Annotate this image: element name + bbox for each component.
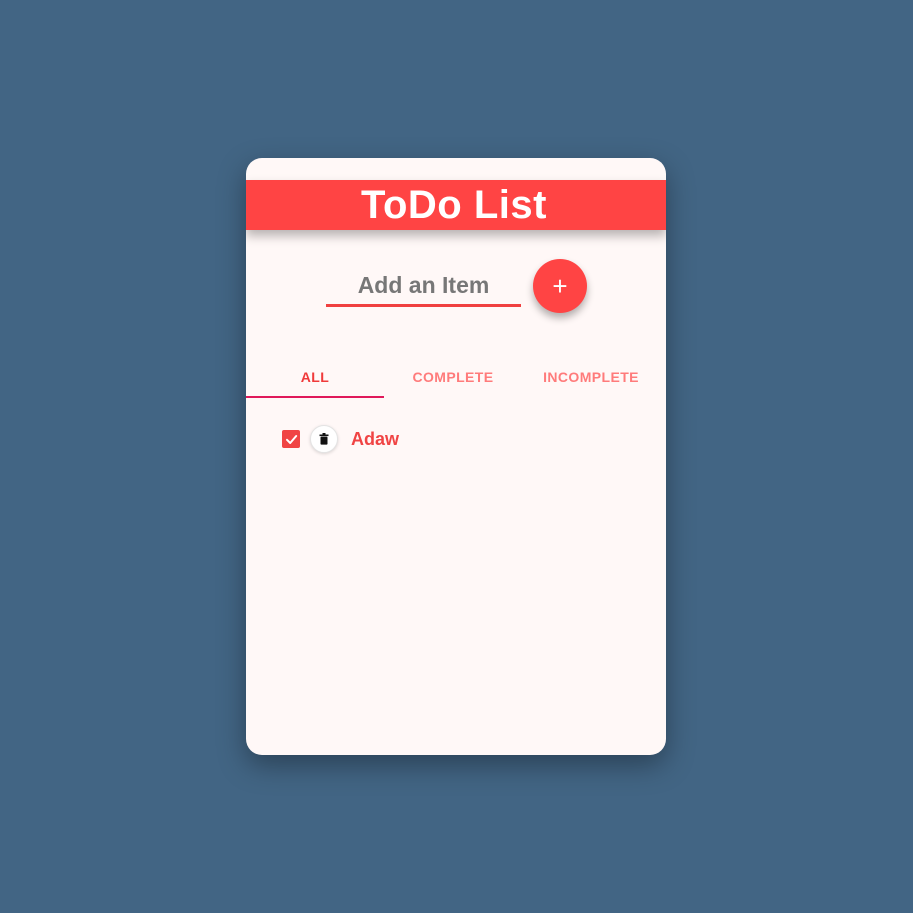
delete-item-button[interactable] xyxy=(310,425,338,453)
todo-card: ToDo List + ALL COMPLETE INCOMPLETE xyxy=(246,158,666,755)
list-item: Adaw xyxy=(282,424,642,454)
add-item-field-wrapper xyxy=(326,266,521,307)
tab-complete[interactable]: COMPLETE xyxy=(384,356,522,398)
item-checkbox[interactable] xyxy=(282,430,300,448)
header-bar: ToDo List xyxy=(246,180,666,230)
app-title: ToDo List xyxy=(361,182,547,227)
tab-incomplete[interactable]: INCOMPLETE xyxy=(522,356,660,398)
add-item-input[interactable] xyxy=(326,266,521,304)
trash-icon xyxy=(319,433,329,445)
item-text: Adaw xyxy=(351,428,400,449)
add-item-button[interactable]: + xyxy=(533,259,587,313)
check-icon xyxy=(285,434,297,444)
filter-tabs: ALL COMPLETE INCOMPLETE xyxy=(246,356,660,398)
todo-list: Adaw xyxy=(282,424,642,454)
plus-icon: + xyxy=(552,271,568,301)
tab-all[interactable]: ALL xyxy=(246,356,384,398)
